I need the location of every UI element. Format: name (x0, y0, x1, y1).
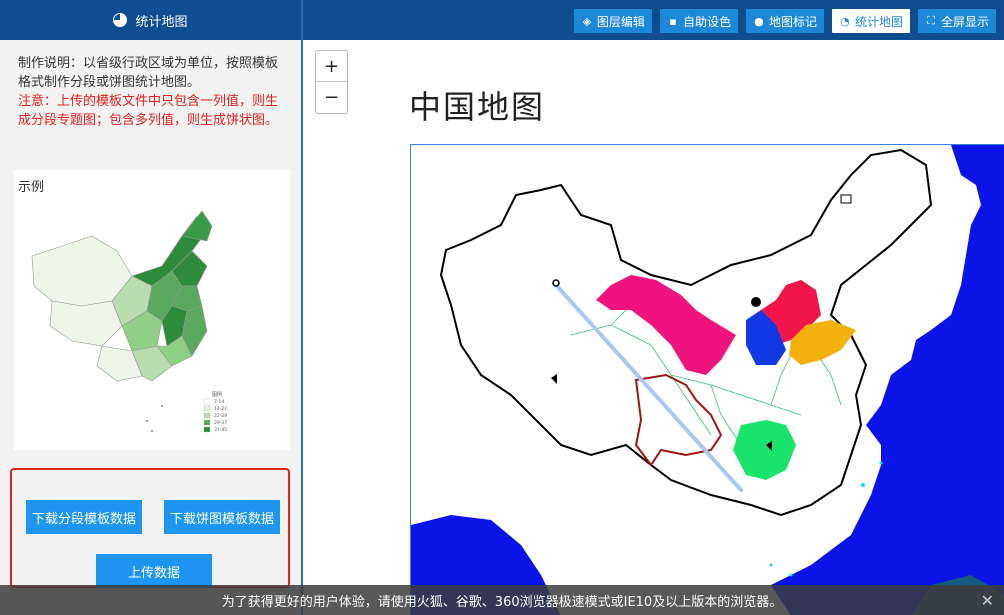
comment-marker-icon[interactable] (751, 297, 761, 307)
browser-notice-bar: 为了获得更好的用户体验，请使用火狐、谷歌、360浏览器极速模式或IE10及以上版… (0, 585, 1004, 615)
layer-edit-button[interactable]: ◈ 图层编辑 (573, 9, 652, 33)
toolbar: ◈ 图层编辑 ▪ 自助设色 ● 地图标记 ◔ 统计地图 ⛶ 全屏显示 (573, 9, 996, 33)
fullscreen-icon: ⛶ (927, 14, 935, 27)
example-panel: 示例 图例 7-14 14-22 22-29 29-37 37-45 (14, 170, 290, 450)
download-pie-template-button[interactable]: 下载饼图模板数据 (164, 500, 280, 534)
example-map-image: 图例 7-14 14-22 22-29 29-37 37-45 (31, 210, 227, 433)
sidebar-header: 统计地图 (0, 0, 303, 40)
marker-icon: ● (754, 14, 764, 28)
zoom-out-button[interactable]: − (316, 82, 347, 113)
legend-item: 29-37 (214, 420, 227, 426)
statistic-map-button[interactable]: ◔ 统计地图 (831, 9, 910, 33)
pie-chart-icon (113, 13, 128, 27)
notice-text: 为了获得更好的用户体验，请使用火狐、谷歌、360浏览器极速模式或IE10及以上版… (221, 594, 783, 610)
zoom-in-button[interactable]: + (316, 51, 347, 82)
legend-item: 14-22 (214, 406, 227, 412)
description-text: 制作说明：以省级行政区域为单位，按照模板格式制作分段或饼图统计地图。 (18, 56, 279, 90)
custom-color-button[interactable]: ▪ 自助设色 (659, 9, 738, 33)
legend-title: 图例 (212, 391, 222, 398)
upload-data-button[interactable]: 上传数据 (96, 554, 212, 588)
map-pin-icon[interactable] (552, 279, 560, 287)
china-map (411, 145, 1004, 615)
pie-chart-icon: ◔ (840, 14, 850, 28)
zoom-control: + − (315, 50, 348, 114)
image-marker-icon[interactable] (840, 194, 852, 204)
fullscreen-button[interactable]: ⛶ 全屏显示 (917, 9, 996, 33)
legend-item: 37-45 (214, 427, 227, 433)
map-title: 中国地图 (409, 88, 546, 126)
sidebar: 制作说明：以省级行政区域为单位，按照模板格式制作分段或饼图统计地图。 注意：上传… (0, 40, 303, 615)
template-actions: 下载分段模板数据 下载饼图模板数据 上传数据 (10, 468, 290, 588)
example-label: 示例 (18, 180, 45, 195)
app: 统计地图 ◈ 图层编辑 ▪ 自助设色 ● 地图标记 ◔ 统计地图 ⛶ 全屏显示 (0, 0, 1004, 615)
layers-icon: ◈ (582, 14, 592, 28)
instructions: 制作说明：以省级行政区域为单位，按照模板格式制作分段或饼图统计地图。 注意：上传… (18, 54, 290, 130)
download-segment-template-button[interactable]: 下载分段模板数据 (26, 500, 142, 534)
map-area[interactable]: + − 中国地图 (305, 40, 1004, 615)
sidebar-title: 统计地图 (135, 14, 188, 30)
top-bar: 统计地图 ◈ 图层编辑 ▪ 自助设色 ● 地图标记 ◔ 统计地图 ⛶ 全屏显示 (0, 0, 1004, 40)
legend-item: 7-14 (214, 399, 224, 405)
legend-item: 22-29 (214, 413, 227, 419)
map-canvas[interactable] (410, 144, 1004, 615)
close-icon[interactable]: ✕ (981, 591, 994, 610)
palette-icon: ▪ (669, 14, 677, 28)
map-marker-button[interactable]: ● 地图标记 (745, 9, 824, 33)
note-text: 注意：上传的模板文件中只包含一列值，则生成分段专题图；包含多列值，则生成饼状图。 (18, 94, 279, 128)
